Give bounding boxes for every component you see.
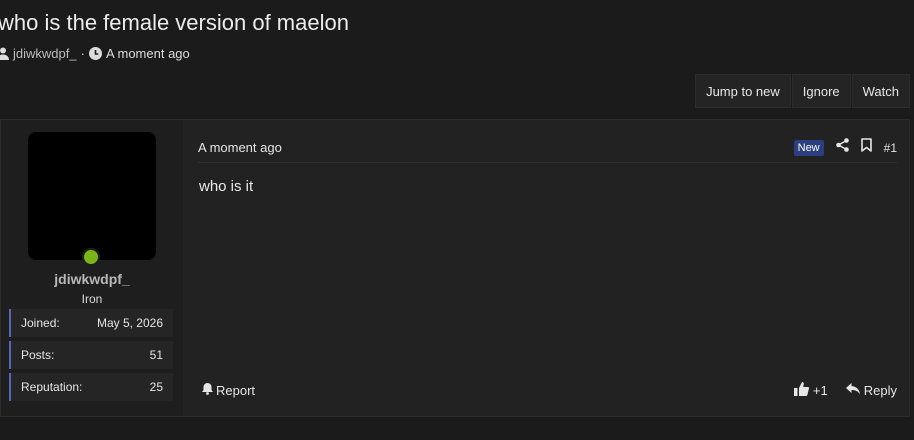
thread-title: who is the female version of maelon bbox=[0, 10, 349, 35]
clock-icon bbox=[88, 47, 102, 60]
new-badge: New bbox=[793, 139, 824, 156]
ignore-button[interactable]: Ignore bbox=[791, 74, 851, 108]
like-button[interactable]: +1 bbox=[793, 382, 828, 399]
stat-label: Posts: bbox=[21, 348, 55, 362]
thread-posted-time[interactable]: A moment ago bbox=[106, 46, 190, 61]
post-body: who is it bbox=[199, 178, 254, 195]
post-time[interactable]: A moment ago bbox=[198, 140, 282, 155]
thumbs-up-icon bbox=[793, 382, 809, 399]
report-label: Report bbox=[216, 382, 256, 398]
avatar[interactable] bbox=[28, 132, 156, 260]
user-icon bbox=[0, 47, 9, 60]
post-footer-actions: +1 Reply bbox=[793, 382, 897, 399]
share-icon[interactable] bbox=[835, 138, 849, 157]
reply-button[interactable]: Reply bbox=[845, 383, 897, 398]
stat-label: Joined: bbox=[21, 316, 60, 330]
thread-meta: jdiwkwdpf_ · A moment ago bbox=[0, 46, 190, 61]
online-status-indicator bbox=[82, 248, 100, 266]
like-count: +1 bbox=[812, 383, 828, 398]
watch-button[interactable]: Watch bbox=[851, 74, 910, 108]
user-stat-posts: Posts: 51 bbox=[9, 341, 173, 369]
post-arrow bbox=[183, 134, 192, 152]
thread-actions: Jump to new Ignore Watch bbox=[695, 74, 910, 108]
user-stat-joined: Joined: May 5, 2026 bbox=[9, 309, 173, 337]
post-header-tools: New #1 bbox=[793, 138, 897, 157]
stat-value: 25 bbox=[149, 380, 163, 394]
report-button[interactable]: Report bbox=[201, 382, 255, 398]
post-card: jdiwkwdpf_ Iron Joined: May 5, 2026 Post… bbox=[0, 119, 910, 417]
stat-value: May 5, 2026 bbox=[96, 316, 163, 330]
post-username[interactable]: jdiwkwdpf_ bbox=[1, 271, 183, 287]
user-rank: Iron bbox=[81, 292, 103, 306]
reply-icon bbox=[845, 383, 860, 398]
post-number-link[interactable]: #1 bbox=[884, 141, 897, 155]
reply-label: Reply bbox=[863, 383, 897, 398]
bell-icon bbox=[201, 382, 214, 398]
meta-separator: · bbox=[80, 46, 85, 61]
post-user-panel: jdiwkwdpf_ Iron Joined: May 5, 2026 Post… bbox=[1, 120, 183, 416]
jump-to-new-button[interactable]: Jump to new bbox=[695, 74, 791, 108]
user-stat-reputation: Reputation: 25 bbox=[9, 373, 173, 401]
thread-author-link[interactable]: jdiwkwdpf_ bbox=[13, 46, 77, 61]
stat-label: Reputation: bbox=[21, 380, 83, 394]
post-header: A moment ago New #1 bbox=[198, 133, 897, 163]
bookmark-icon[interactable] bbox=[860, 138, 872, 157]
stat-value: 51 bbox=[149, 348, 163, 362]
